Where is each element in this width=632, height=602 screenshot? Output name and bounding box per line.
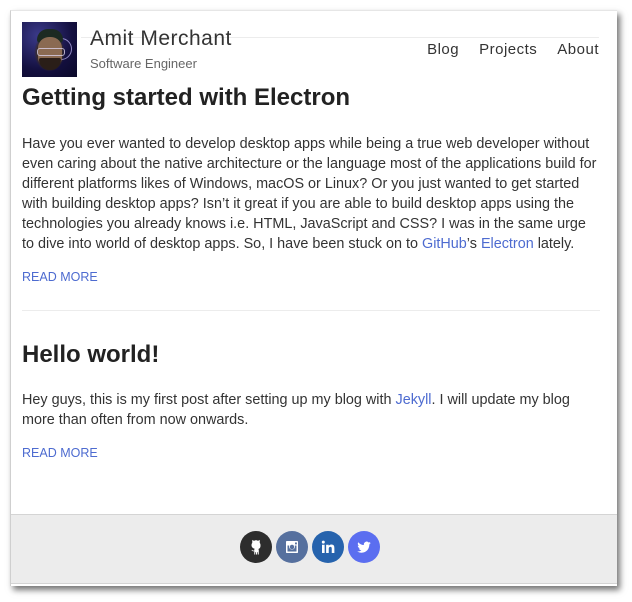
nav-blog[interactable]: Blog <box>427 41 459 58</box>
instagram-icon <box>286 541 298 553</box>
post-item: Getting started with Electron Have you e… <box>22 84 600 286</box>
site-title[interactable]: Amit Merchant <box>90 27 232 51</box>
social-links <box>240 531 380 563</box>
post-title[interactable]: Hello world! <box>22 341 600 369</box>
nav-about[interactable]: About <box>557 41 599 58</box>
instagram-button[interactable] <box>276 531 308 563</box>
read-more-link[interactable]: READ MORE <box>22 270 98 284</box>
post-excerpt: Hey guys, this is my first post after se… <box>22 390 600 430</box>
post-title[interactable]: Getting started with Electron <box>22 84 600 114</box>
electron-link[interactable]: Electron <box>481 236 534 252</box>
linkedin-button[interactable] <box>312 531 344 563</box>
post-item: Hello world! Hey guys, this is my first … <box>22 341 600 462</box>
github-button[interactable] <box>240 531 272 563</box>
github-link[interactable]: GitHub <box>422 236 467 252</box>
linkedin-icon <box>321 540 335 553</box>
twitter-icon <box>357 541 371 553</box>
github-icon <box>251 539 261 555</box>
read-more-link[interactable]: READ MORE <box>22 446 98 460</box>
excerpt-text: Hey guys, this is my first post after se… <box>22 392 396 408</box>
excerpt-text: lately. <box>533 236 575 252</box>
browser-window: Amit Merchant Software Engineer Blog Pro… <box>10 10 617 586</box>
excerpt-text: ’s <box>466 236 481 252</box>
jekyll-link[interactable]: Jekyll <box>396 392 432 408</box>
avatar-beard <box>39 58 61 70</box>
site-header: Amit Merchant Software Engineer Blog Pro… <box>11 11 617 81</box>
post-excerpt: Have you ever wanted to develop desktop … <box>22 134 600 254</box>
site-tagline: Software Engineer <box>90 56 197 71</box>
twitter-button[interactable] <box>348 531 380 563</box>
avatar-glasses <box>37 48 65 56</box>
post-divider <box>22 310 600 311</box>
excerpt-text: Have you ever wanted to develop desktop … <box>22 136 597 252</box>
nav-projects[interactable]: Projects <box>479 41 537 58</box>
site-footer <box>11 514 617 584</box>
avatar[interactable] <box>22 22 77 77</box>
main-nav: Blog Projects About <box>427 41 599 58</box>
